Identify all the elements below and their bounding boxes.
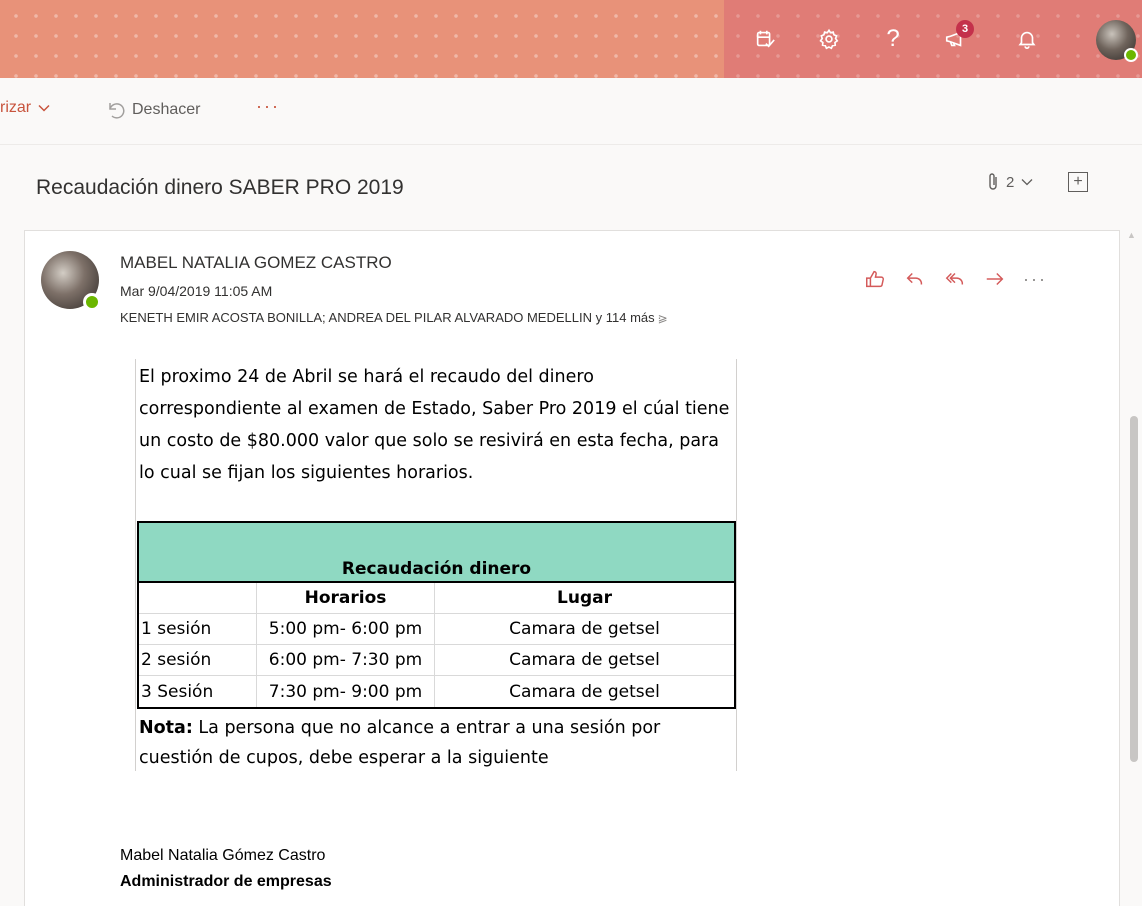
table-title: Recaudación dinero bbox=[139, 523, 734, 583]
paperclip-icon bbox=[989, 173, 997, 190]
recipients-more[interactable]: y 114 más bbox=[596, 310, 655, 325]
megaphone-icon[interactable]: 3 bbox=[938, 20, 974, 56]
help-icon[interactable]: ? bbox=[876, 22, 910, 56]
note-label: Nota: bbox=[139, 718, 193, 738]
message-actions: ··· bbox=[855, 261, 1055, 297]
undo-button[interactable]: Deshacer bbox=[104, 99, 200, 121]
signature-role: Administrador de empresas bbox=[120, 873, 332, 890]
forward-icon bbox=[986, 272, 1004, 286]
thumbs-up-icon bbox=[866, 270, 884, 288]
more-actions-button[interactable]: ··· bbox=[1015, 261, 1055, 297]
chevron-down-icon bbox=[38, 104, 50, 112]
presence-indicator bbox=[1124, 48, 1138, 62]
undo-icon bbox=[109, 103, 125, 119]
undo-label: Deshacer bbox=[132, 101, 201, 118]
body-paragraph: El proximo 24 de Abril se hará el recaud… bbox=[139, 367, 730, 483]
scrollbar-thumb[interactable] bbox=[1130, 416, 1138, 762]
notification-badge: 3 bbox=[956, 20, 974, 38]
table-cell: 3 Sesión bbox=[139, 676, 257, 707]
reply-icon bbox=[906, 272, 923, 285]
table-cell: 6:00 pm- 7:30 pm bbox=[257, 645, 435, 675]
reply-all-button[interactable] bbox=[935, 261, 975, 297]
table-cell: 7:30 pm- 9:00 pm bbox=[257, 676, 435, 707]
table-row: 2 sesión 6:00 pm- 7:30 pm Camara de gets… bbox=[139, 645, 734, 676]
signature: Mabel Natalia Gómez Castro Administrador… bbox=[120, 843, 332, 895]
table-cell: 2 sesión bbox=[139, 645, 257, 675]
table-header-cell bbox=[139, 583, 257, 613]
prioritize-label: rizar bbox=[0, 99, 32, 116]
more-commands-button[interactable]: ··· bbox=[256, 96, 280, 117]
prioritize-button[interactable]: rizar bbox=[0, 99, 51, 117]
divider bbox=[0, 144, 1142, 145]
schedule-table: Recaudación dinero Horarios Lugar 1 sesi… bbox=[137, 521, 736, 709]
note-text: La persona que no alcance a entrar a una… bbox=[139, 718, 661, 768]
reply-all-icon bbox=[945, 272, 964, 285]
forward-button[interactable] bbox=[975, 261, 1015, 297]
sender-name[interactable]: MABEL NATALIA GOMEZ CASTRO bbox=[120, 253, 392, 273]
expand-icon[interactable]: + bbox=[1068, 172, 1088, 192]
app-header: ? 3 bbox=[0, 0, 1142, 78]
table-row: 3 Sesión 7:30 pm- 9:00 pm Camara de gets… bbox=[139, 676, 734, 707]
recipients-list: KENETH EMIR ACOSTA BONILLA; ANDREA DEL P… bbox=[120, 310, 592, 325]
recipients-line[interactable]: KENETH EMIR ACOSTA BONILLA; ANDREA DEL P… bbox=[120, 310, 668, 325]
table-cell: 5:00 pm- 6:00 pm bbox=[257, 614, 435, 644]
message-date: Mar 9/04/2019 11:05 AM bbox=[120, 283, 273, 299]
signature-name: Mabel Natalia Gómez Castro bbox=[120, 847, 326, 864]
reply-button[interactable] bbox=[895, 261, 935, 297]
table-cell: Camara de getsel bbox=[509, 619, 660, 639]
presence-indicator bbox=[83, 293, 101, 311]
table-cell: Camara de getsel bbox=[509, 681, 660, 702]
bell-icon[interactable] bbox=[1010, 22, 1044, 56]
scroll-up-arrow[interactable]: ▲ bbox=[1127, 230, 1137, 240]
table-header-cell: Lugar bbox=[557, 588, 612, 608]
more-icon: ··· bbox=[1023, 268, 1047, 289]
message-body: El proximo 24 de Abril se hará el recaud… bbox=[135, 359, 737, 771]
command-bar: rizar Deshacer ··· bbox=[0, 78, 1142, 144]
table-row: 1 sesión 5:00 pm- 6:00 pm Camara de gets… bbox=[139, 614, 734, 645]
chevron-down-icon bbox=[1021, 179, 1033, 186]
header-actions: ? 3 bbox=[724, 0, 1142, 78]
attachment-count: 2 bbox=[1006, 173, 1015, 191]
table-cell: 1 sesión bbox=[139, 614, 257, 644]
more-icon: ··· bbox=[256, 96, 280, 116]
message-card: MABEL NATALIA GOMEZ CASTRO Mar 9/04/2019… bbox=[24, 230, 1120, 906]
sender-avatar[interactable] bbox=[41, 251, 101, 311]
account-avatar[interactable] bbox=[1096, 20, 1138, 62]
table-cell: Camara de getsel bbox=[509, 650, 660, 670]
my-day-icon[interactable] bbox=[748, 22, 782, 56]
settings-icon[interactable] bbox=[812, 22, 846, 56]
double-chevron-down-icon[interactable]: ⪀ bbox=[658, 311, 668, 325]
table-header-cell: Horarios bbox=[257, 583, 435, 613]
body-note: Nota: La persona que no alcance a entrar… bbox=[139, 713, 737, 773]
message-subject: Recaudación dinero SABER PRO 2019 bbox=[36, 176, 404, 199]
like-button[interactable] bbox=[855, 261, 895, 297]
table-header-row: Horarios Lugar bbox=[139, 583, 734, 614]
attachments-toggle[interactable]: 2 bbox=[986, 172, 1034, 192]
